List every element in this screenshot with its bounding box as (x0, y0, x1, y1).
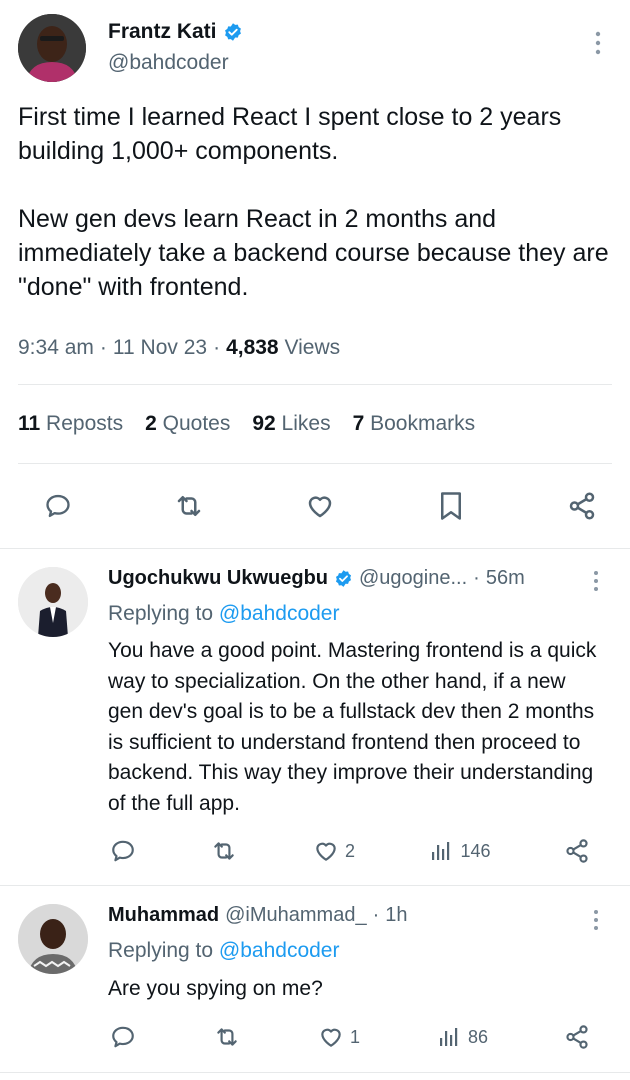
reply-action-bar: 1 86 (108, 1022, 592, 1052)
quotes-stat[interactable]: 2 Quotes (145, 412, 230, 436)
reply-author-name[interactable]: Muhammad (108, 904, 219, 927)
bookmarks-stat[interactable]: 7 Bookmarks (353, 412, 476, 436)
reply-text: Are you spying on me? (108, 977, 323, 1000)
engagement-stats: 11 Reposts 2 Quotes 92 Likes 7 Bookmarks (18, 412, 475, 436)
reply-author-handle[interactable]: @ugogine... (359, 567, 467, 590)
tweet-meta: 9:34 am · 11 Nov 23 · 4,838 Views (18, 336, 341, 360)
views-count: 4,838 (226, 336, 279, 359)
views-icon[interactable] (426, 836, 456, 866)
reply-avatar[interactable] (18, 567, 88, 637)
replying-to-link[interactable]: @bahdcoder (219, 602, 340, 625)
author-handle[interactable]: @bahdcoder (108, 51, 229, 75)
reply-avatar[interactable] (18, 904, 88, 974)
verified-badge-icon (223, 22, 243, 42)
author-avatar[interactable] (18, 14, 86, 82)
repost-icon[interactable] (209, 836, 239, 866)
share-icon[interactable] (564, 488, 600, 524)
share-icon[interactable] (562, 1022, 592, 1052)
reply-author-handle[interactable]: @iMuhammad_ (225, 904, 366, 927)
views-count: 146 (460, 840, 491, 861)
views-label: Views (284, 336, 341, 359)
bookmark-icon[interactable] (433, 488, 469, 524)
divider (0, 1072, 630, 1073)
divider (0, 548, 630, 549)
more-icon[interactable] (586, 905, 606, 935)
like-count: 2 (344, 840, 355, 861)
like-icon[interactable] (311, 836, 341, 866)
reply-text: You have a good point. Mastering fronten… (108, 639, 597, 815)
divider (18, 384, 612, 385)
share-icon[interactable] (562, 836, 592, 866)
tweet-date[interactable]: 11 Nov 23 (113, 336, 207, 360)
like-icon[interactable] (302, 488, 338, 524)
replying-to-link[interactable]: @bahdcoder (219, 939, 340, 962)
repost-icon[interactable] (212, 1022, 242, 1052)
reply-age[interactable]: 56m (486, 567, 525, 590)
reply-age[interactable]: 1h (385, 904, 407, 927)
divider (18, 463, 612, 464)
replying-to: Replying to @bahdcoder (108, 939, 340, 962)
like-icon[interactable] (316, 1022, 346, 1052)
more-icon[interactable] (586, 566, 606, 596)
views-icon[interactable] (434, 1022, 464, 1052)
author-name[interactable]: Frantz Kati (108, 20, 217, 44)
tweet-text: First time I learned React I spent close… (18, 103, 609, 301)
views-count: 86 (467, 1026, 488, 1047)
tweet-time[interactable]: 9:34 am (18, 336, 94, 360)
verified-badge-icon (334, 569, 353, 588)
replying-to: Replying to @bahdcoder (108, 602, 340, 625)
reply-icon[interactable] (40, 488, 76, 524)
repost-icon[interactable] (171, 488, 207, 524)
reply-icon[interactable] (108, 836, 138, 866)
reply-action-bar: 2 146 (108, 836, 592, 866)
likes-stat[interactable]: 92 Likes (252, 412, 330, 436)
more-icon[interactable] (588, 28, 608, 58)
reply-author-name[interactable]: Ugochukwu Ukwuegbu (108, 567, 328, 590)
like-count: 1 (349, 1026, 360, 1047)
divider (0, 885, 630, 886)
reposts-stat[interactable]: 11 Reposts (18, 412, 123, 436)
reply-icon[interactable] (108, 1022, 138, 1052)
tweet-action-bar (40, 488, 600, 524)
